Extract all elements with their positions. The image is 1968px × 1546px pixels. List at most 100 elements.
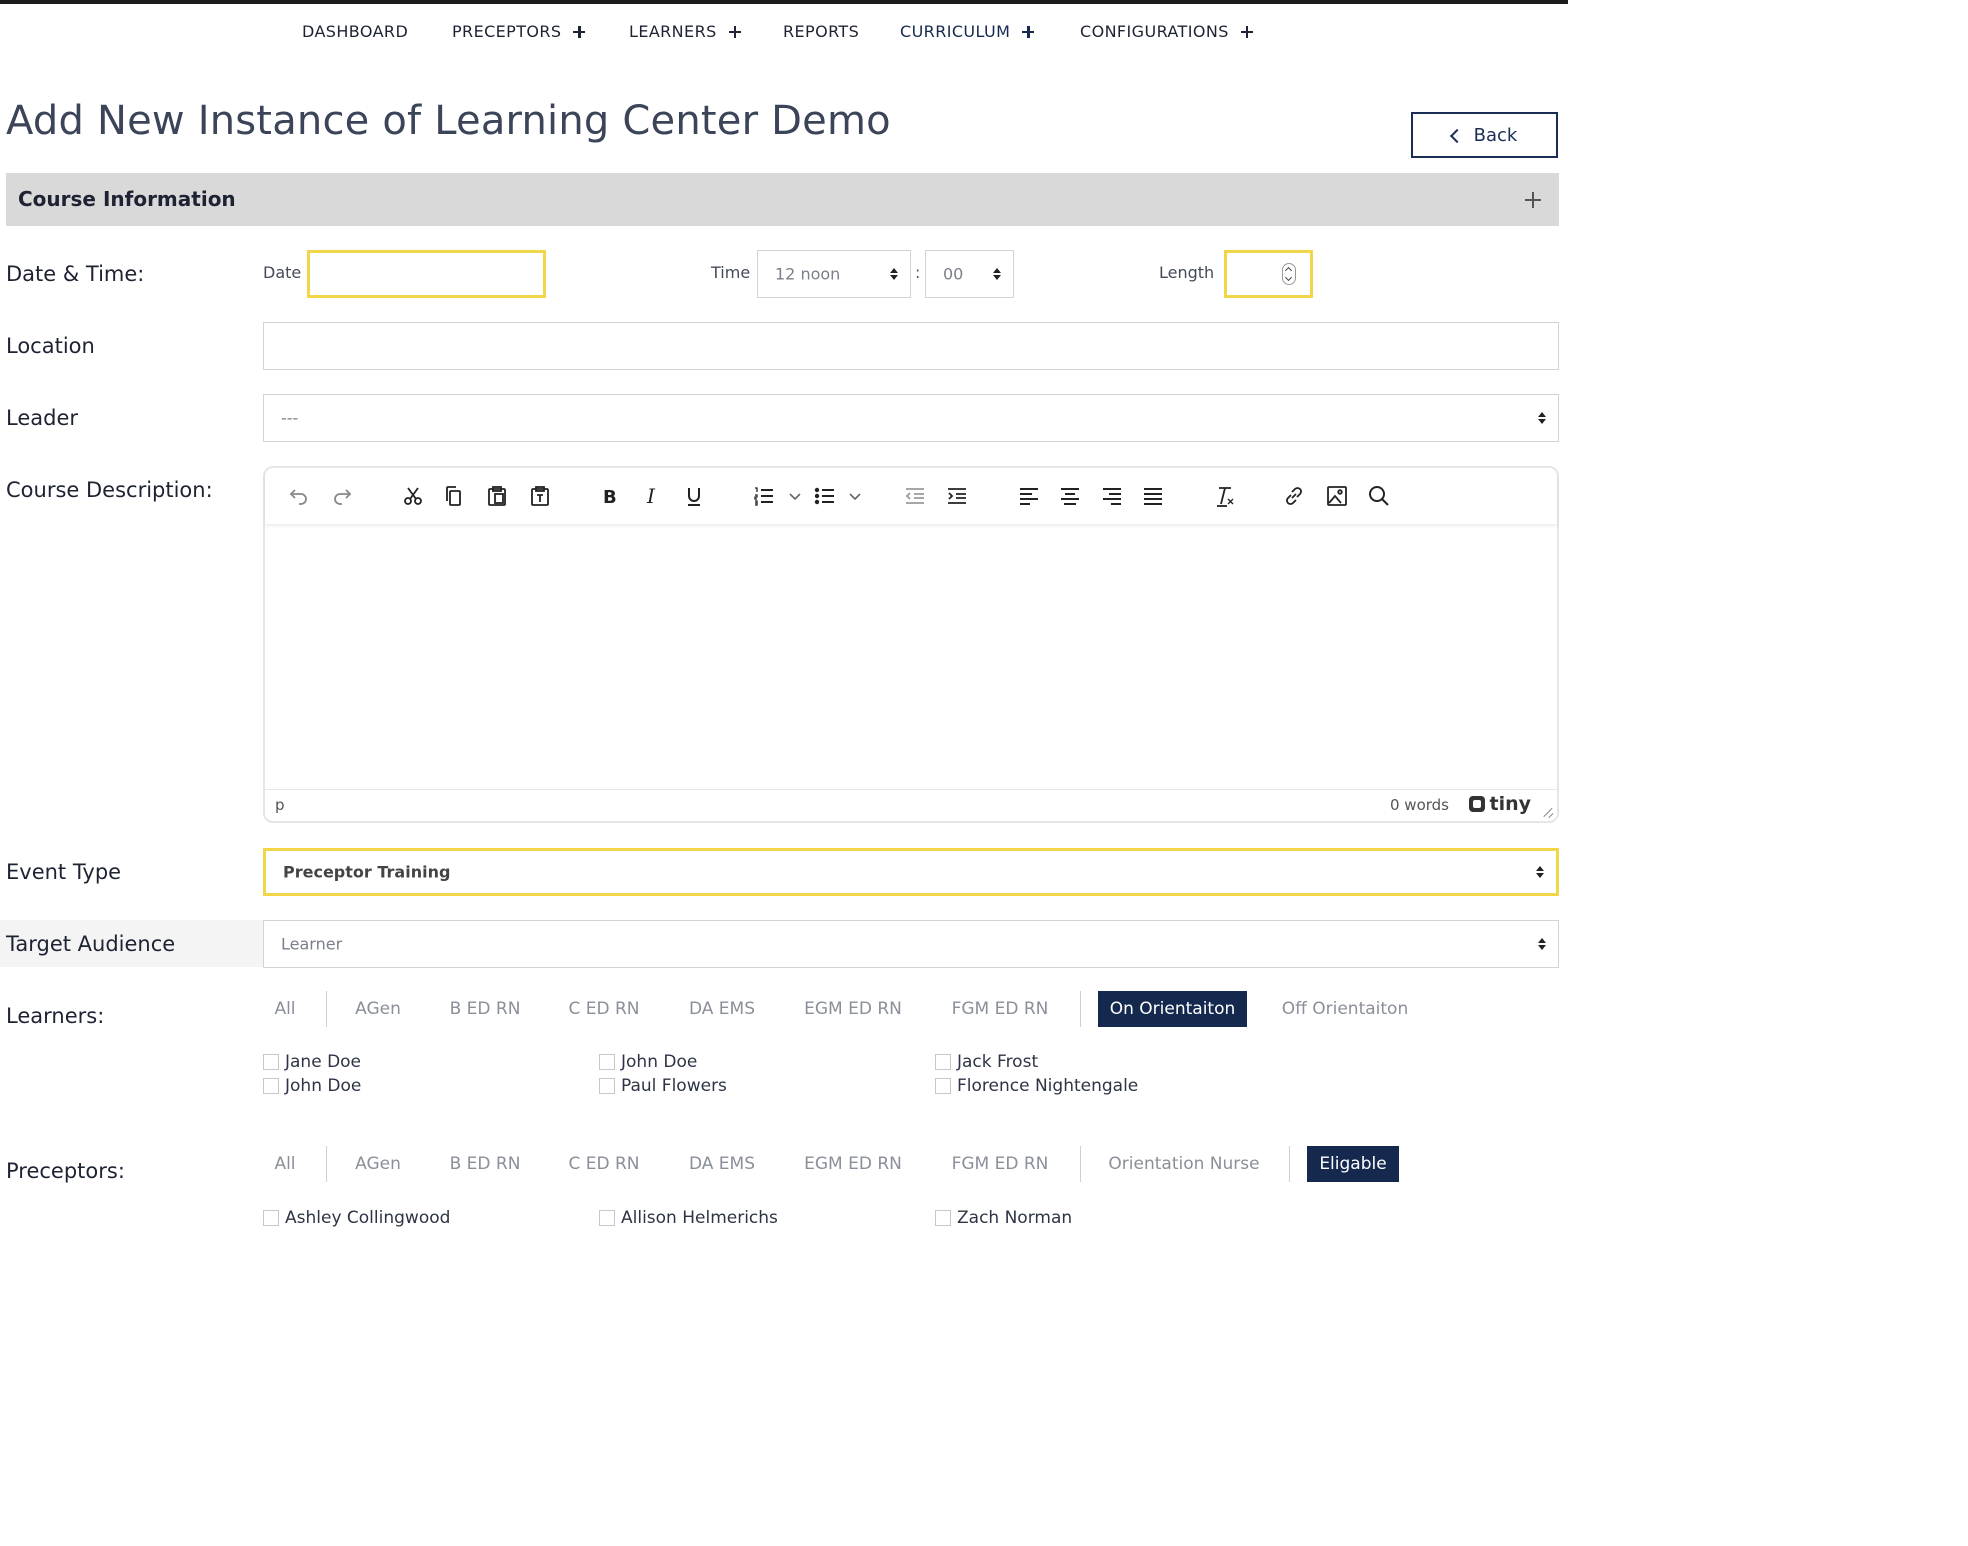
italic-icon[interactable]: I bbox=[637, 482, 665, 510]
underline-icon[interactable] bbox=[680, 482, 708, 510]
nav-curriculum[interactable]: CURRICULUM bbox=[900, 22, 1035, 41]
indent-icon[interactable] bbox=[943, 482, 971, 510]
paste-text-icon[interactable] bbox=[526, 482, 554, 510]
element-path[interactable]: p bbox=[275, 796, 285, 814]
back-button[interactable]: Back bbox=[1411, 112, 1558, 158]
learner-checkbox-item[interactable]: John Doe bbox=[263, 1076, 361, 1096]
chevron-down-icon[interactable] bbox=[781, 482, 809, 510]
link-icon[interactable] bbox=[1280, 482, 1308, 510]
redo-icon[interactable] bbox=[328, 482, 356, 510]
preceptor-checkbox-item[interactable]: Allison Helmerichs bbox=[599, 1208, 778, 1228]
time-hour-select[interactable]: 12 noon bbox=[757, 250, 911, 298]
tiny-brand[interactable]: tiny bbox=[1469, 793, 1531, 815]
checkbox[interactable] bbox=[935, 1054, 951, 1070]
preceptor-checkbox-item[interactable]: Ashley Collingwood bbox=[263, 1208, 450, 1228]
chevron-down-icon[interactable] bbox=[841, 482, 869, 510]
plus-icon[interactable] bbox=[728, 25, 741, 38]
nav-learners[interactable]: LEARNERS bbox=[629, 22, 741, 41]
checkbox[interactable] bbox=[599, 1054, 615, 1070]
learner-filters: All AGen B ED RN C ED RN DA EMS EGM ED R… bbox=[263, 991, 1423, 1027]
plus-icon[interactable] bbox=[1022, 25, 1035, 38]
plus-icon[interactable] bbox=[1240, 25, 1253, 38]
event-type-value: Preceptor Training bbox=[283, 862, 451, 882]
paste-icon[interactable] bbox=[483, 482, 511, 510]
learner-filter-on-orientation[interactable]: On Orientaiton bbox=[1098, 991, 1247, 1027]
leader-label: Leader bbox=[6, 406, 79, 430]
outdent-icon[interactable] bbox=[901, 482, 929, 510]
learner-filter-off-orientation[interactable]: Off Orientaiton bbox=[1267, 991, 1423, 1027]
preceptor-filter-b-ed-rn[interactable]: B ED RN bbox=[439, 1146, 531, 1182]
svg-text:I: I bbox=[646, 484, 656, 508]
copy-icon[interactable] bbox=[440, 482, 468, 510]
learner-filter-b-ed-rn[interactable]: B ED RN bbox=[439, 991, 531, 1027]
leader-select[interactable]: --- bbox=[263, 394, 1559, 442]
preceptor-name: Ashley Collingwood bbox=[285, 1208, 451, 1228]
filter-divider bbox=[326, 991, 327, 1027]
learner-checkbox-item[interactable]: Jane Doe bbox=[263, 1052, 361, 1072]
select-arrows-icon bbox=[1536, 866, 1544, 878]
date-time-label: Date & Time: bbox=[6, 262, 145, 286]
preceptor-filter-eligible[interactable]: Eligable bbox=[1307, 1146, 1399, 1182]
bullet-list-icon[interactable] bbox=[811, 482, 839, 510]
location-input[interactable] bbox=[263, 322, 1559, 370]
expand-plus-icon[interactable] bbox=[1525, 192, 1541, 208]
learner-filter-all[interactable]: All bbox=[263, 991, 307, 1027]
editor-statusbar: p 0 words tiny bbox=[265, 789, 1557, 821]
plus-icon[interactable] bbox=[573, 25, 586, 38]
nav-dashboard[interactable]: DASHBOARD bbox=[302, 22, 408, 41]
editor-toolbar: B I bbox=[265, 468, 1557, 524]
learner-checkbox-item[interactable]: Jack Frost bbox=[935, 1052, 1038, 1072]
learner-checkbox-item[interactable]: Paul Flowers bbox=[599, 1076, 727, 1096]
preceptor-filter-c-ed-rn[interactable]: C ED RN bbox=[559, 1146, 649, 1182]
learner-checkbox-item[interactable]: Florence Nightengale bbox=[935, 1076, 1138, 1096]
preceptor-filter-all[interactable]: All bbox=[263, 1146, 307, 1182]
learner-filter-da-ems[interactable]: DA EMS bbox=[679, 991, 765, 1027]
preceptor-filter-da-ems[interactable]: DA EMS bbox=[679, 1146, 765, 1182]
search-icon[interactable] bbox=[1365, 482, 1393, 510]
main-nav: DASHBOARD PRECEPTORS LEARNERS REPORTS CU… bbox=[0, 22, 1568, 46]
preceptor-checkbox-item[interactable]: Zach Norman bbox=[935, 1208, 1072, 1228]
checkbox[interactable] bbox=[263, 1210, 279, 1226]
number-spinner-icon[interactable] bbox=[1282, 263, 1296, 285]
clear-format-icon[interactable] bbox=[1210, 482, 1238, 510]
learner-filter-fgm-ed-rn[interactable]: FGM ED RN bbox=[941, 991, 1059, 1027]
learner-checkbox-item[interactable]: John Doe bbox=[599, 1052, 697, 1072]
align-right-icon[interactable] bbox=[1098, 482, 1126, 510]
align-center-icon[interactable] bbox=[1056, 482, 1084, 510]
bold-icon[interactable]: B bbox=[595, 482, 623, 510]
checkbox[interactable] bbox=[935, 1210, 951, 1226]
select-arrows-icon bbox=[1538, 938, 1546, 950]
nav-reports-label: REPORTS bbox=[783, 22, 860, 41]
event-type-select[interactable]: Preceptor Training bbox=[263, 848, 1559, 896]
nav-configurations[interactable]: CONFIGURATIONS bbox=[1080, 22, 1253, 41]
undo-icon[interactable] bbox=[285, 482, 313, 510]
checkbox[interactable] bbox=[599, 1078, 615, 1094]
checkbox[interactable] bbox=[263, 1078, 279, 1094]
date-input[interactable] bbox=[307, 250, 546, 298]
learner-filter-c-ed-rn[interactable]: C ED RN bbox=[559, 991, 649, 1027]
preceptor-filter-orientation-nurse[interactable]: Orientation Nurse bbox=[1099, 1146, 1269, 1182]
resize-handle-icon[interactable] bbox=[1543, 807, 1553, 817]
image-icon[interactable] bbox=[1323, 482, 1351, 510]
align-left-icon[interactable] bbox=[1015, 482, 1043, 510]
preceptor-filter-fgm-ed-rn[interactable]: FGM ED RN bbox=[941, 1146, 1059, 1182]
numbered-list-icon[interactable] bbox=[750, 482, 778, 510]
time-minute-select[interactable]: 00 bbox=[925, 250, 1014, 298]
cut-icon[interactable] bbox=[399, 482, 427, 510]
preceptor-filter-egm-ed-rn[interactable]: EGM ED RN bbox=[793, 1146, 913, 1182]
length-input[interactable] bbox=[1224, 250, 1313, 298]
learner-filter-egm-ed-rn[interactable]: EGM ED RN bbox=[793, 991, 913, 1027]
nav-reports[interactable]: REPORTS bbox=[783, 22, 859, 41]
course-information-header[interactable]: Course Information bbox=[6, 173, 1559, 226]
checkbox[interactable] bbox=[935, 1078, 951, 1094]
nav-preceptors[interactable]: PRECEPTORS bbox=[452, 22, 586, 41]
target-audience-select[interactable]: Learner bbox=[263, 920, 1559, 968]
editor-content-area[interactable] bbox=[265, 526, 1557, 792]
checkbox[interactable] bbox=[263, 1054, 279, 1070]
learner-filter-agen[interactable]: AGen bbox=[345, 991, 411, 1027]
checkbox[interactable] bbox=[599, 1210, 615, 1226]
align-justify-icon[interactable] bbox=[1139, 482, 1167, 510]
learners-label: Learners: bbox=[6, 1004, 105, 1028]
preceptor-filter-agen[interactable]: AGen bbox=[345, 1146, 411, 1182]
preceptor-name: Zach Norman bbox=[957, 1208, 1073, 1228]
